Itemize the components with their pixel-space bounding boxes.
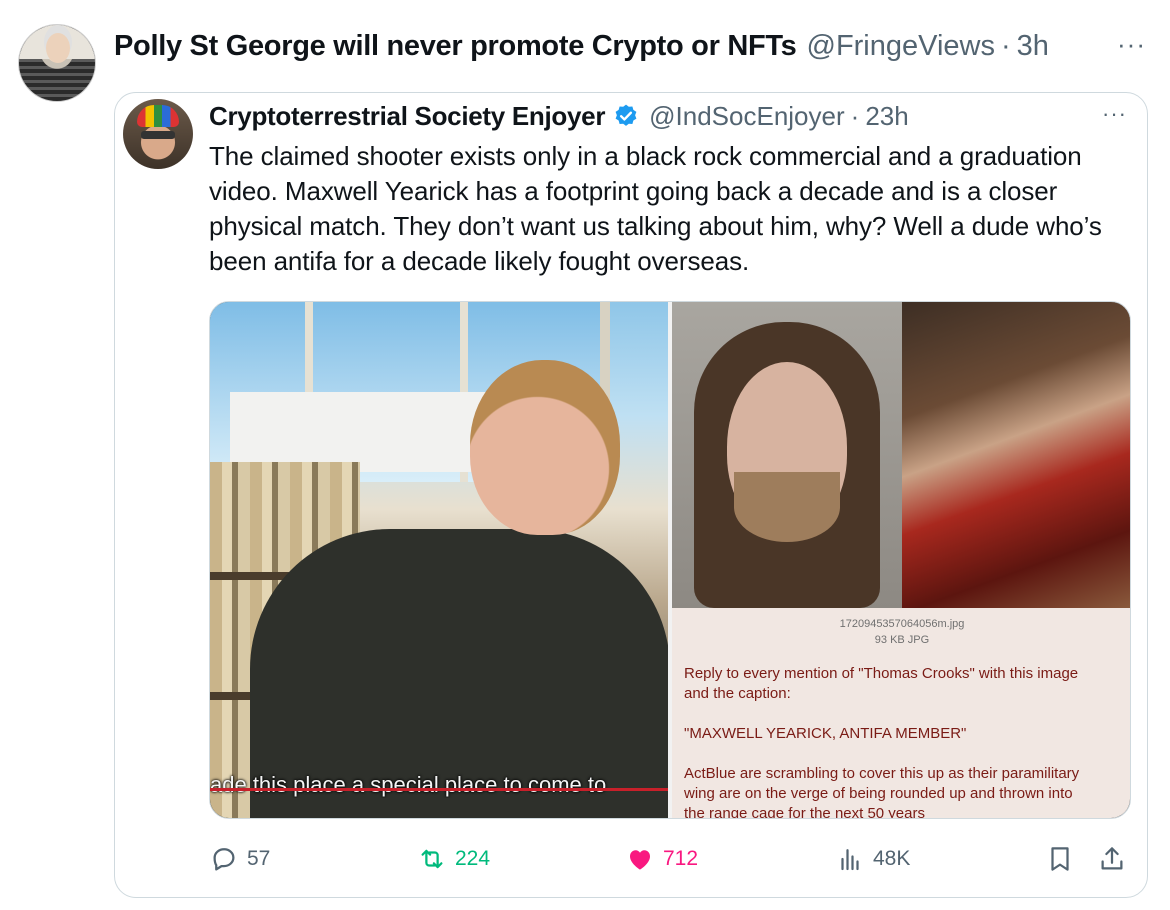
repost-button[interactable]: 224 bbox=[417, 841, 490, 877]
timestamp[interactable]: 3h bbox=[1017, 30, 1049, 63]
image-file-info: 1720945357064056m.jpg 93 KB JPG bbox=[672, 616, 1130, 648]
quoted-more-options-icon[interactable]: ··· bbox=[1102, 103, 1127, 125]
image-filename: 1720945357064056m.jpg bbox=[839, 618, 965, 630]
quoted-media[interactable]: ade this place a special place to come t… bbox=[209, 301, 1131, 819]
more-options-icon[interactable]: ··· bbox=[1117, 31, 1146, 57]
quoted-timestamp[interactable]: 23h bbox=[865, 101, 908, 132]
handle[interactable]: @FringeViews bbox=[807, 30, 995, 63]
quoted-tweet[interactable]: Cryptoterrestrial Society Enjoyer @IndSo… bbox=[114, 92, 1148, 898]
mugshot-photo bbox=[672, 302, 902, 608]
bookmark-button[interactable] bbox=[1045, 841, 1075, 877]
person-figure bbox=[250, 354, 668, 818]
heart-icon bbox=[630, 850, 650, 870]
verified-badge-icon bbox=[615, 104, 637, 126]
video-subtitle: ade this place a special place to come t… bbox=[210, 772, 607, 797]
avatar[interactable] bbox=[18, 24, 96, 102]
subtitle-underline bbox=[210, 788, 668, 791]
views-icon bbox=[841, 849, 859, 871]
reply-count: 57 bbox=[247, 847, 271, 870]
share-button[interactable] bbox=[1097, 841, 1127, 877]
image-caption-text: Reply to every mention of "Thomas Crooks… bbox=[684, 665, 1080, 819]
share-icon bbox=[1101, 847, 1123, 870]
second-photo bbox=[902, 302, 1130, 608]
quoted-display-name[interactable]: Cryptoterrestrial Society Enjoyer bbox=[209, 101, 605, 132]
views-button[interactable]: 48K bbox=[835, 841, 910, 877]
display-name[interactable]: Polly St George will never promote Crypt… bbox=[114, 30, 797, 63]
reply-button[interactable]: 57 bbox=[209, 841, 270, 877]
like-button[interactable]: 712 bbox=[625, 841, 698, 877]
separator: · bbox=[1000, 29, 1011, 62]
like-count: 712 bbox=[663, 847, 699, 870]
repost-count: 224 bbox=[455, 847, 491, 870]
media-left-photo[interactable]: ade this place a special place to come t… bbox=[210, 302, 668, 818]
reply-icon bbox=[213, 848, 235, 871]
media-right-photo[interactable]: 1720945357064056m.jpg 93 KB JPG Reply to… bbox=[672, 302, 1130, 819]
repost-icon bbox=[421, 849, 443, 869]
action-bar: 57 224 712 48K bbox=[209, 841, 1131, 877]
quoted-tweet-text: The claimed shooter exists only in a bla… bbox=[209, 141, 1102, 276]
image-filesize: 93 KB JPG bbox=[874, 634, 930, 646]
quoted-handle[interactable]: @IndSocEnjoyer bbox=[649, 101, 845, 132]
quoted-header: Cryptoterrestrial Society Enjoyer @IndSo… bbox=[209, 100, 909, 132]
quoted-avatar[interactable] bbox=[123, 99, 193, 169]
quoted-separator: · bbox=[850, 100, 860, 131]
views-count: 48K bbox=[873, 847, 911, 870]
bookmark-icon bbox=[1051, 847, 1069, 871]
tweet-header: Polly St George will never promote Crypt… bbox=[114, 28, 1160, 64]
